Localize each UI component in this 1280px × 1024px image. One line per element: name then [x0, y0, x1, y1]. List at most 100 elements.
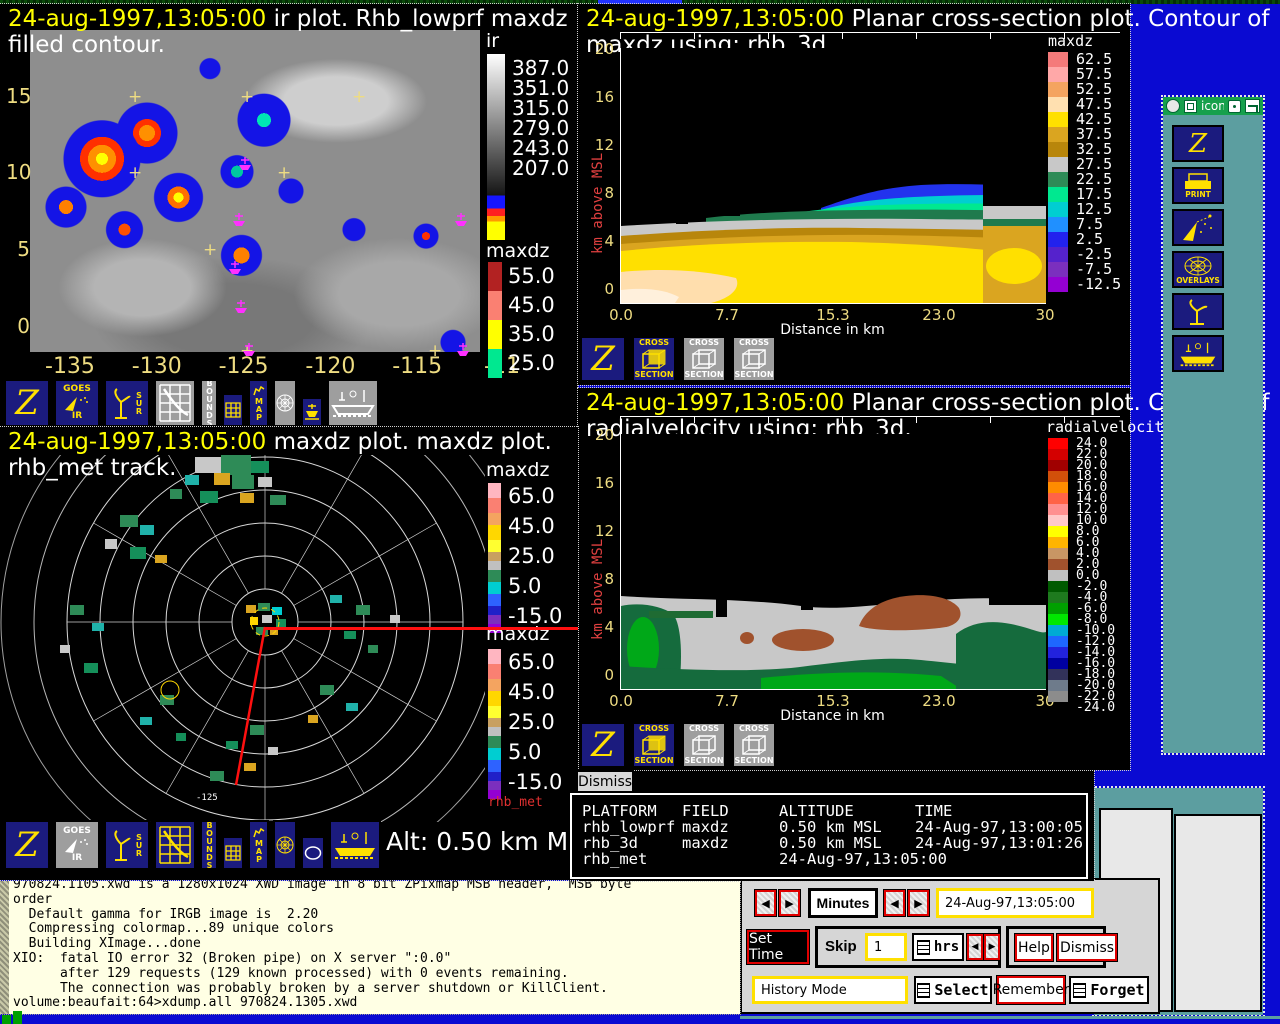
y-tick: 0: [6, 314, 30, 338]
zebra-tool-button[interactable]: Z: [580, 336, 626, 382]
table-cell: rhb_3d: [582, 835, 682, 851]
print-button[interactable]: PRINT: [1172, 167, 1224, 204]
colorbar-ticks: 62.557.552.547.542.537.532.527.522.517.5…: [1076, 52, 1121, 292]
cross-section-button[interactable]: CROSS SECTION: [682, 336, 726, 382]
overlay-dismiss-button[interactable]: Dismiss: [576, 770, 634, 793]
skip-back-button[interactable]: ◀: [967, 934, 983, 960]
printer-icon: [1183, 173, 1213, 191]
forget-button[interactable]: Forget: [1069, 976, 1149, 1004]
desktop-bottom-accent: [740, 1016, 1280, 1019]
skip-input[interactable]: 1: [865, 933, 907, 961]
table-cell: 0.50 km MSL: [779, 819, 915, 835]
ellipse-button[interactable]: [301, 836, 325, 870]
plot-toolbar: Z GOES IR SUR BOUNDS MAP: [4, 818, 381, 870]
grid-cross-marker: +: [352, 92, 366, 102]
colorbar-title: maxdz: [1048, 32, 1093, 50]
sur-scan-button[interactable]: SUR: [104, 820, 150, 870]
zebra-tool-button[interactable]: Z: [580, 722, 626, 768]
xsec-toolbar: Z CROSS SECTION CROSS SECTION CROSS SECT…: [580, 334, 776, 382]
ppi-colorbar: [488, 649, 501, 799]
col-header: FIELD: [682, 803, 779, 819]
mini-grid-button[interactable]: [222, 393, 244, 427]
window-option-button[interactable]: [1228, 100, 1241, 113]
polar-web-icon: [275, 393, 295, 413]
cube-icon: [741, 348, 767, 370]
colorbar-title: maxdz: [486, 240, 549, 262]
grid-radar-button[interactable]: [154, 379, 196, 427]
history-mode-field[interactable]: History Mode: [752, 976, 908, 1004]
menu-icon: [1073, 983, 1086, 998]
window-menu-button[interactable]: [1166, 99, 1180, 113]
radial-xsec-plot[interactable]: [620, 434, 1046, 690]
y-axis-ticks: 201612840: [588, 42, 614, 297]
track-platform-label: rhb_met: [488, 795, 543, 810]
skip-units-menu[interactable]: hrs: [912, 933, 964, 961]
zebra-tool-button[interactable]: Z: [4, 379, 50, 427]
satellite-button[interactable]: [1172, 209, 1224, 246]
help-button[interactable]: Help: [1015, 934, 1053, 961]
terminal-scrollbar[interactable]: [0, 881, 9, 1014]
grid-radar-icon: [158, 825, 192, 865]
grid-cross-marker: +: [203, 245, 217, 255]
cube-icon: [691, 734, 717, 756]
dismiss-button[interactable]: Dismiss: [1057, 934, 1117, 961]
zebra-launcher-button[interactable]: Z: [1172, 125, 1224, 162]
window-iconify-button[interactable]: [1184, 100, 1197, 113]
ppi-radar-display[interactable]: -125: [0, 455, 485, 822]
remember-button[interactable]: Remember: [997, 976, 1065, 1004]
cube-icon: [641, 734, 667, 756]
ellipse-icon: [304, 846, 322, 860]
col-header: TIME: [915, 803, 1086, 819]
satellite-image[interactable]: [30, 30, 480, 352]
overlays-grid-button[interactable]: [273, 379, 297, 427]
xsec-toolbar: Z CROSS SECTION CROSS SECTION CROSS SECT…: [580, 720, 776, 768]
ship-button[interactable]: [327, 379, 379, 427]
window-close-button[interactable]: [1245, 99, 1260, 113]
ship-button[interactable]: [329, 820, 381, 870]
cube-icon: [641, 348, 667, 370]
skip-group: Skip 1 hrs ◀ ▶: [815, 926, 1001, 968]
buoy-button[interactable]: [301, 397, 323, 427]
bounds-button[interactable]: BOUNDS: [200, 379, 218, 427]
skip-label: Skip: [825, 938, 857, 955]
colorbar-ticks: 387.0351.0315.0279.0243.0207.0: [512, 58, 569, 178]
sur-scan-button[interactable]: SUR: [104, 379, 150, 427]
terminal-window[interactable]: 970824.1105.xwd is a 1280x1024 XWD image…: [0, 881, 740, 1014]
radar-button[interactable]: [1172, 293, 1224, 330]
grid-radar-button[interactable]: [154, 820, 196, 870]
time-step-back-button[interactable]: ◀: [755, 890, 776, 916]
bounds-button[interactable]: BOUNDS: [200, 820, 218, 870]
minutes-forward-button[interactable]: ▶: [908, 890, 929, 916]
map-button[interactable]: MAP: [248, 820, 269, 870]
desktop-corner-mark: [2, 1015, 11, 1024]
y-tick: 5: [6, 237, 30, 261]
time-step-forward-button[interactable]: ▶: [779, 890, 800, 916]
maxdz-xsec-plot[interactable]: [620, 48, 1046, 304]
goes-ir-button[interactable]: GOES IR: [54, 820, 100, 870]
select-button[interactable]: Select: [914, 976, 992, 1004]
col-header: ALTITUDE: [779, 803, 915, 819]
time-input[interactable]: 24-Aug-97,13:05:00: [936, 888, 1094, 918]
cross-section-button[interactable]: CROSS SECTION: [682, 722, 726, 768]
cross-section-button[interactable]: CROSS SECTION: [732, 722, 776, 768]
cross-section-button-active[interactable]: CROSS SECTION: [632, 336, 676, 382]
map-button[interactable]: MAP: [248, 379, 269, 427]
set-time-button[interactable]: Set Time: [747, 930, 809, 964]
mini-grid-button[interactable]: [222, 836, 244, 870]
minutes-back-button[interactable]: ◀: [884, 890, 905, 916]
cross-section-button-active[interactable]: CROSS SECTION: [632, 722, 676, 768]
table-cell: rhb_lowprf: [582, 819, 682, 835]
goes-ir-button[interactable]: GOES IR: [54, 379, 100, 427]
y-tick: 10: [6, 160, 30, 184]
ship-launcher-button[interactable]: [1172, 335, 1224, 372]
minutes-button[interactable]: Minutes: [808, 888, 878, 918]
table-cell: maxdz: [682, 819, 779, 835]
zebra-tool-button[interactable]: Z: [4, 820, 50, 870]
overlays-grid-button[interactable]: [273, 820, 297, 870]
cross-section-button[interactable]: CROSS SECTION: [732, 336, 776, 382]
grid-icon: [225, 402, 241, 418]
overlays-button[interactable]: OVERLAYS: [1172, 251, 1224, 288]
table-cell: 24-Aug-97,13:01:26: [915, 835, 1086, 851]
skip-forward-button[interactable]: ▶: [984, 934, 1000, 960]
altitude-readout: Alt: 0.50 km MSL: [386, 827, 598, 856]
